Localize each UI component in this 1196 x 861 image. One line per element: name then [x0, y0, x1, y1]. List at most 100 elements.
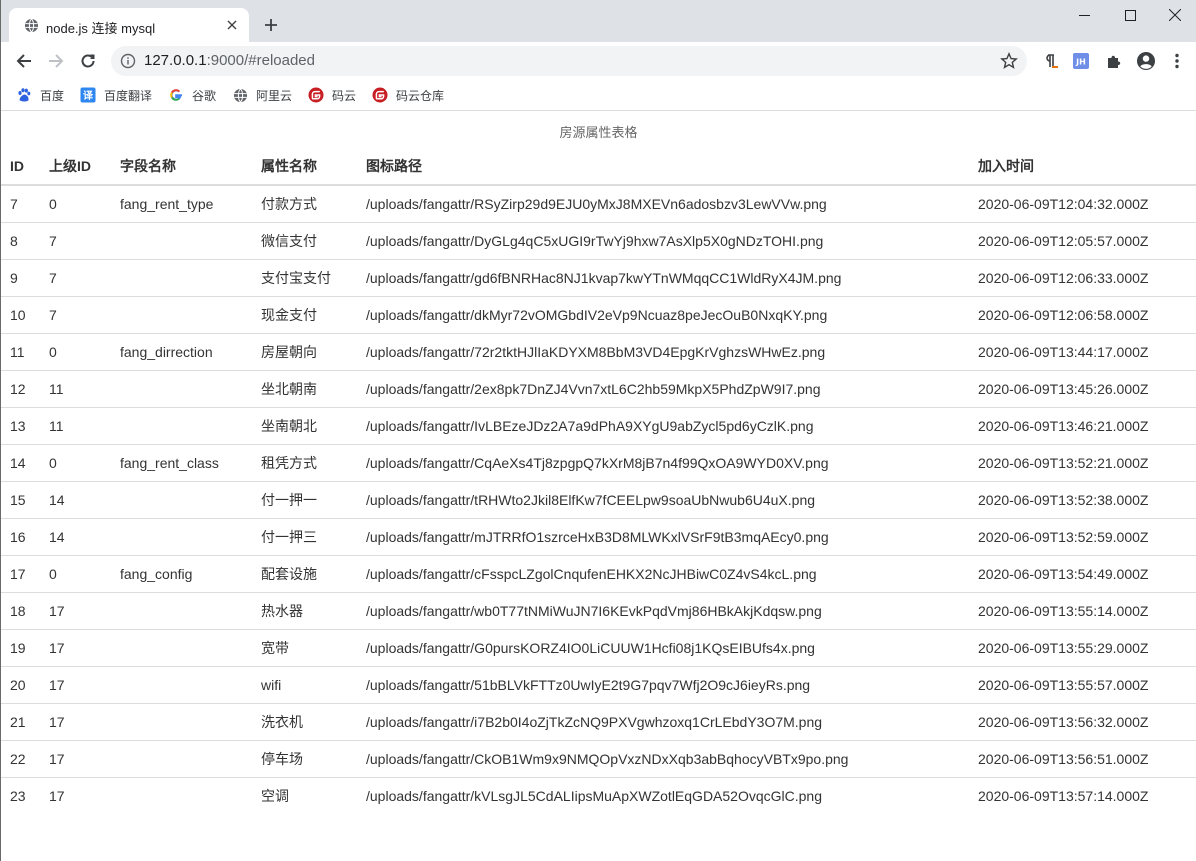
bookmark-label: 阿里云: [256, 88, 293, 103]
cell-field-name: [111, 703, 252, 741]
cell-attribute-name: 微信支付: [252, 222, 357, 260]
cell-icon-path: /uploads/fangattr/kVLsgJL5CdALIipsMuApXW…: [366, 788, 823, 804]
chrome-menu-icon[interactable]: [1167, 51, 1187, 71]
cell-icon-path: /uploads/fangattr/wb0T77tNMiWuJN7I6KEvkP…: [357, 592, 969, 630]
bookmark-baidu-translate[interactable]: 译 百度翻译: [80, 85, 152, 105]
table-header-row: ID 上级ID 字段名称 属性名称 图标路径 加入时间: [1, 148, 1196, 186]
bookmark-label: 谷歌: [192, 88, 217, 103]
cell-field-name: [111, 370, 252, 408]
cell-icon-path: /uploads/fangattr/gd6fBNRHac8NJ1kvap7kwY…: [357, 259, 969, 297]
baidu-paw-icon: [16, 87, 32, 103]
forward-arrow-icon[interactable]: [42, 47, 70, 75]
cell-id: 22: [1, 740, 40, 778]
table-row: 16 14 付一押三/uploads/fangattr/mJTRRfO1szrceH…: [1, 518, 1196, 556]
cell-added-time: 2020-06-09T13:46:21.000Z: [969, 407, 1196, 445]
cell-icon-path: /uploads/fangattr/G0pursKORZ4IO0LiCUUW1H…: [357, 629, 969, 667]
url-host: 127.0.0.1: [144, 52, 207, 69]
cell-added-time: 2020-06-09T13:44:17.000Z: [969, 333, 1196, 371]
cell-parent-id: 0: [40, 555, 111, 593]
cell-attribute-name: 热水器: [252, 592, 357, 630]
cell-id: 20: [1, 666, 40, 704]
table-row: 22 17 停车场/uploads/fangattr/CkOB1Wm9x9NMQOp…: [1, 740, 1196, 778]
column-header-added-time: 加入时间: [969, 148, 1196, 186]
browser-toolbar: 127.0.0.1:9000/#reloaded JH: [1, 42, 1196, 80]
bookmark-label: 百度: [40, 88, 65, 103]
cell-icon-path: /uploads/fangattr/mJTRRfO1szrceHxB3D8MLW…: [357, 518, 969, 556]
table-row: 8 7 微信支付/uploads/fangattr/DyGLg4qC5xUGI9rT…: [1, 222, 1196, 260]
cell-attribute-name: 坐南朝北: [252, 407, 357, 445]
cell-attribute-name: 坐北朝南: [252, 370, 357, 408]
cell-field-name: fang_rent_class: [111, 444, 252, 482]
cell-field-name: [111, 407, 252, 445]
cell-field-name: [111, 778, 252, 815]
gitee-logo-icon: [372, 87, 388, 103]
table-row: 23 17 空调/uploads/fangattr/kVLsgJL5CdALIips…: [1, 778, 1196, 815]
extension-jh-icon[interactable]: JH: [1071, 51, 1091, 71]
browser-tab[interactable]: node.js 连接 mysql: [9, 8, 249, 42]
site-info-icon[interactable]: [120, 53, 136, 69]
bookmark-label: 码云: [332, 88, 357, 103]
cell-parent-id: 11: [40, 407, 111, 445]
reload-icon[interactable]: [74, 47, 102, 75]
cell-icon-path: /uploads/fangattr/IvLBEzeJDz2A7a9dPhA9XY…: [357, 407, 969, 445]
address-bar[interactable]: 127.0.0.1:9000/#reloaded: [111, 46, 1027, 76]
bookmark-gitee-repo[interactable]: 码云仓库: [372, 85, 444, 105]
cell-added-time: 2020-06-09T13:52:59.000Z: [969, 518, 1196, 556]
cell-field-name: fang_config: [111, 555, 252, 593]
cell-id: 7: [1, 185, 40, 223]
cell-parent-id: 17: [40, 629, 111, 667]
cell-field-name: [111, 666, 252, 704]
cell-added-time: 2020-06-09T12:06:58.000Z: [969, 296, 1196, 334]
cell-attribute-name: 现金支付: [252, 296, 357, 334]
cell-id: 13: [1, 407, 40, 445]
url-text[interactable]: 127.0.0.1:9000/#reloaded: [144, 52, 315, 69]
bookmark-label: 码云仓库: [396, 88, 445, 103]
minimize-icon[interactable]: [1062, 0, 1107, 30]
tab-title: node.js 连接 mysql: [46, 21, 156, 36]
table-row: 13 11 坐南朝北/uploads/fangattr/IvLBEzeJDz2A7a…: [1, 407, 1196, 445]
cell-id: 23: [10, 788, 26, 804]
cell-attribute-name: 宽带: [252, 629, 357, 667]
cell-id: 11: [1, 333, 40, 371]
cell-icon-path: /uploads/fangattr/51bBLVkFTTz0UwIyE2t9G7…: [357, 666, 969, 704]
cell-added-time: 2020-06-09T12:04:32.000Z: [969, 185, 1196, 223]
bookmark-baidu[interactable]: 百度: [16, 85, 64, 105]
profile-avatar-icon[interactable]: [1136, 51, 1156, 71]
new-tab-icon[interactable]: [260, 14, 282, 36]
cell-field-name: [111, 481, 252, 519]
table-row: 15 14 付一押一/uploads/fangattr/tRHWto2Jkil8El…: [1, 481, 1196, 519]
extensions-puzzle-icon[interactable]: [1104, 51, 1124, 71]
cell-attribute-name: wifi: [252, 666, 357, 704]
cell-attribute-name: 停车场: [252, 740, 357, 778]
bookmark-star-icon[interactable]: [1000, 52, 1018, 70]
page-content: 房源属性表格 ID 上级ID 字段名称 属性名称 图标路径 加入时间 7 0 fan…: [1, 111, 1196, 861]
cell-added-time: 2020-06-09T13:52:38.000Z: [969, 481, 1196, 519]
svg-text:译: 译: [83, 89, 94, 102]
cell-parent-id: 14: [40, 481, 111, 519]
cell-id: 10: [1, 296, 40, 334]
table-row: 20 17 wifi/uploads/fangattr/51bBLVkFTTz0Uw…: [1, 666, 1196, 704]
window-close-icon[interactable]: [1152, 0, 1196, 30]
cell-parent-id: 17: [40, 703, 111, 741]
cell-attribute-name: 租凭方式: [252, 444, 357, 482]
cell-field-name: [111, 592, 252, 630]
cell-attribute-name: 配套设施: [252, 555, 357, 593]
cell-attribute-name: 房屋朝向: [252, 333, 357, 371]
close-tab-icon[interactable]: [223, 16, 241, 34]
cell-field-name: [111, 518, 252, 556]
cell-added-time: 2020-06-09T12:06:33.000Z: [969, 259, 1196, 297]
bookmark-aliyun[interactable]: 阿里云: [232, 85, 292, 105]
cell-parent-id: 7: [40, 296, 111, 334]
extension-paragraph-icon[interactable]: [1040, 51, 1060, 71]
svg-text:JH: JH: [1075, 58, 1086, 67]
maximize-icon[interactable]: [1108, 0, 1153, 30]
cell-field-name: [111, 222, 252, 260]
table-row: 11 0 fang_dirrection 房屋朝向/uploads/fangattr/…: [1, 333, 1196, 371]
globe-icon: [232, 87, 248, 103]
cell-attribute-name: 付款方式: [252, 185, 357, 223]
bookmark-gitee[interactable]: 码云: [308, 85, 356, 105]
bookmark-google[interactable]: 谷歌: [168, 85, 216, 105]
url-path: :9000/#reloaded: [206, 52, 315, 69]
back-arrow-icon[interactable]: [10, 47, 38, 75]
cell-field-name: fang_dirrection: [111, 333, 252, 371]
